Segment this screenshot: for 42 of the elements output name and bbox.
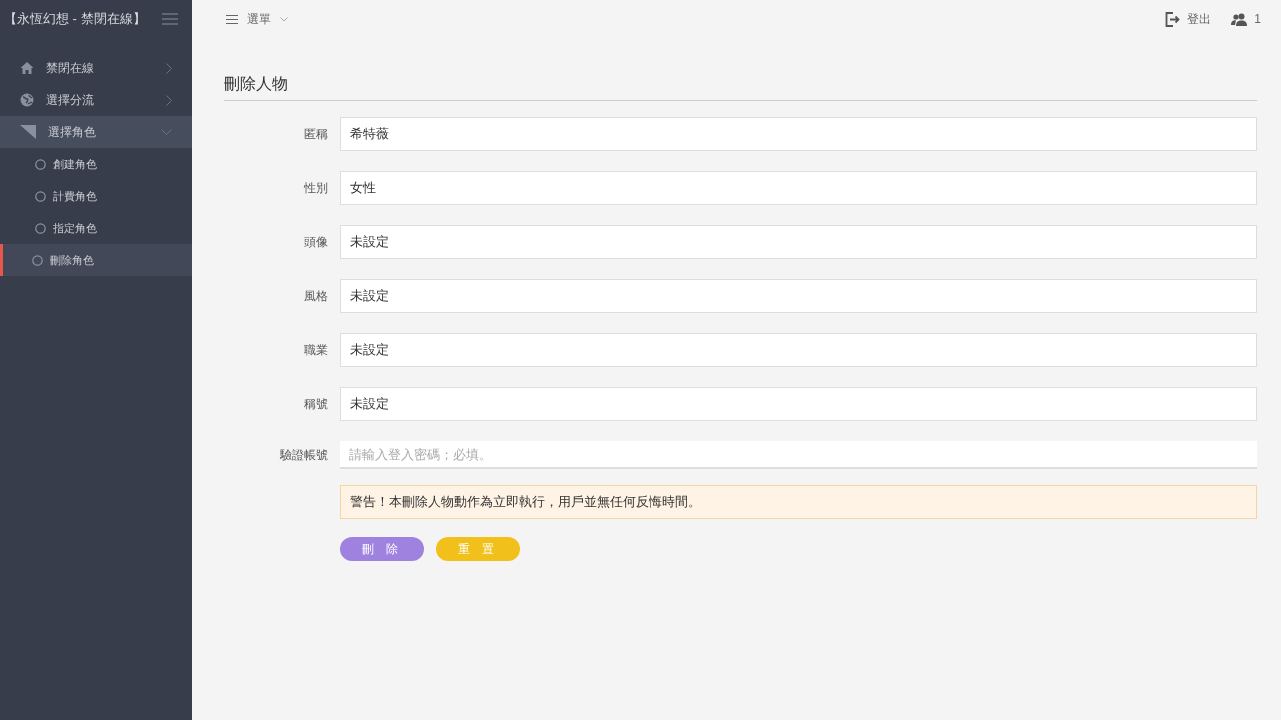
menu-icon xyxy=(226,14,238,24)
logout-link[interactable]: 登出 xyxy=(1165,10,1212,28)
submenu-item[interactable]: 創建角色 xyxy=(0,148,192,180)
caret-icon xyxy=(280,16,288,22)
menu-dropdown[interactable]: 選單 xyxy=(226,10,288,28)
circle-icon xyxy=(35,222,46,234)
chevron-down-icon xyxy=(161,129,172,135)
page-title: 刪除人物 xyxy=(224,74,1257,101)
menu-icon[interactable] xyxy=(162,13,178,25)
text-field[interactable]: 未設定 xyxy=(340,333,1257,367)
submenu-item[interactable]: 計費角色 xyxy=(0,180,192,212)
field-label: 頭像 xyxy=(303,233,328,251)
submenu-item[interactable]: 指定角色 xyxy=(0,212,192,244)
field-label: 驗證帳號 xyxy=(279,446,328,464)
globe-icon xyxy=(20,93,34,107)
chevron-right-icon xyxy=(166,62,172,74)
field-label: 性別 xyxy=(303,179,328,197)
circle-icon xyxy=(35,158,46,170)
logout-icon xyxy=(1165,11,1181,27)
sidebar-item[interactable]: 選擇分流 xyxy=(0,84,192,116)
warning-alert: 警告！本刪除人物動作為立即執行，用戶並無任何反悔時間。 xyxy=(340,485,1257,519)
users-indicator[interactable]: 1 xyxy=(1231,12,1261,26)
text-field[interactable]: 未設定 xyxy=(340,387,1257,421)
text-field[interactable]: 希特薇 xyxy=(340,117,1257,151)
field-label: 稱號 xyxy=(303,395,328,413)
field-label: 職業 xyxy=(303,341,328,359)
text-field[interactable]: 未設定 xyxy=(340,225,1257,259)
sidebar-item[interactable]: 禁閉在線 xyxy=(0,52,192,84)
text-field[interactable]: 女性 xyxy=(340,171,1257,205)
submenu-item[interactable]: 刪除角色 xyxy=(0,244,192,276)
password-field[interactable]: 請輸入登入密碼；必填。 xyxy=(340,441,1257,469)
text-field[interactable]: 未設定 xyxy=(340,279,1257,313)
app-title: 【永恆幻想 - 禁閉在線】 xyxy=(4,10,146,28)
chevron-right-icon xyxy=(166,94,172,106)
triangle-icon xyxy=(20,125,36,139)
circle-icon xyxy=(32,254,43,266)
field-label: 風格 xyxy=(303,287,328,305)
field-label: 匿稱 xyxy=(303,125,328,143)
circle-icon xyxy=(35,190,46,202)
home-icon xyxy=(20,61,34,75)
users-icon xyxy=(1231,12,1248,26)
sidebar-item[interactable]: 選擇角色 xyxy=(0,116,192,148)
